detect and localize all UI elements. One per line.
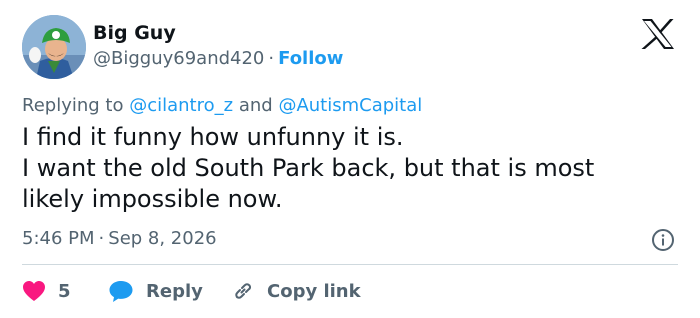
tweet-timestamp[interactable]: 5:46 PM · Sep 8, 2026 bbox=[22, 227, 217, 251]
reply-label: Reply bbox=[146, 280, 203, 302]
heart-icon bbox=[23, 281, 45, 301]
author-handle-row: @Bigguy69and420 · Follow bbox=[93, 47, 343, 71]
follow-button[interactable]: Follow bbox=[278, 48, 343, 69]
speech-bubble-icon bbox=[109, 281, 133, 302]
mention-link-2[interactable]: @AutismCapital bbox=[278, 95, 422, 116]
avatar-image bbox=[22, 15, 86, 79]
reply-button[interactable]: Reply bbox=[108, 278, 203, 304]
tweet-text-line: likely impossible now. bbox=[22, 185, 283, 213]
avatar[interactable] bbox=[22, 15, 86, 79]
tweet-text-line: I want the old South Park back, but that… bbox=[22, 154, 595, 182]
copy-link-label: Copy link bbox=[267, 280, 361, 302]
reply-context: Replying to @cilantro_z and @AutismCapit… bbox=[22, 94, 422, 118]
tweet-time[interactable]: 5:46 PM bbox=[22, 228, 95, 249]
author-display-name[interactable]: Big Guy bbox=[93, 21, 176, 45]
reply-prefix: Replying to bbox=[22, 95, 124, 116]
like-count: 5 bbox=[58, 280, 71, 302]
timestamp-separator: · bbox=[98, 228, 105, 249]
tweet-date[interactable]: Sep 8, 2026 bbox=[108, 228, 216, 249]
divider bbox=[22, 264, 678, 265]
handle-separator: · bbox=[268, 48, 275, 69]
copy-link-button[interactable]: Copy link bbox=[231, 278, 361, 304]
x-logo-icon[interactable] bbox=[640, 18, 676, 50]
info-icon[interactable] bbox=[651, 228, 675, 252]
reply-conjunction: and bbox=[238, 95, 273, 116]
tweet-text: I find it funny how unfunny it is. I wan… bbox=[22, 122, 662, 215]
link-icon bbox=[235, 283, 252, 299]
like-button[interactable]: 5 bbox=[22, 278, 71, 304]
tweet-text-line: I find it funny how unfunny it is. bbox=[22, 123, 404, 151]
author-handle[interactable]: @Bigguy69and420 bbox=[93, 48, 264, 69]
mention-link-1[interactable]: @cilantro_z bbox=[129, 95, 233, 116]
